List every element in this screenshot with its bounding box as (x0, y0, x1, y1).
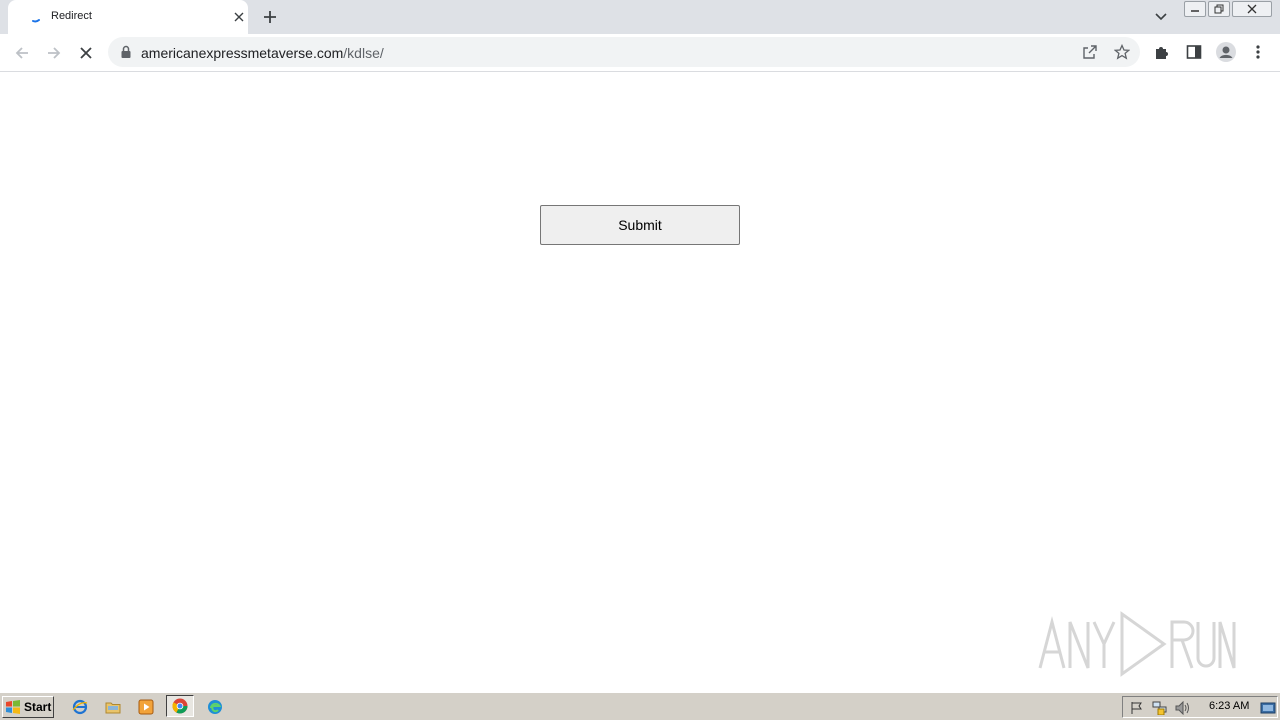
volume-tray-icon[interactable] (1175, 700, 1191, 716)
speaker-icon (1175, 701, 1189, 715)
browser-menu-button[interactable] (1248, 42, 1268, 62)
edge-icon (208, 700, 222, 714)
chrome-icon (172, 698, 188, 714)
new-tab-button[interactable] (260, 7, 280, 27)
explorer-launcher[interactable] (103, 697, 123, 717)
back-button[interactable] (11, 42, 33, 64)
extensions-button[interactable] (1152, 42, 1172, 62)
tab-strip: Redirect (0, 0, 1280, 34)
url-domain: americanexpressmetaverse.com (141, 45, 344, 61)
arrow-right-icon (48, 47, 61, 59)
close-icon (80, 47, 92, 59)
media-player-launcher[interactable] (136, 697, 156, 717)
network-tray-icon[interactable] (1152, 700, 1168, 716)
close-icon (1247, 4, 1257, 14)
media-player-icon (138, 699, 154, 715)
close-icon (234, 12, 244, 22)
arrow-left-icon (15, 47, 28, 59)
close-window-button[interactable] (1232, 1, 1272, 17)
url-text: americanexpressmetaverse.com/kdlse/ (141, 45, 384, 61)
puzzle-icon (1156, 47, 1168, 59)
avatar-icon (1216, 42, 1236, 62)
anyrun-watermark (1038, 611, 1236, 677)
profile-button[interactable] (1216, 42, 1236, 62)
clock: 6:23 AM (1209, 700, 1250, 712)
plus-icon (264, 11, 276, 23)
flag-icon (1131, 702, 1142, 714)
kebab-menu-icon (1256, 45, 1260, 59)
forward-button[interactable] (43, 42, 65, 64)
browser-toolbar: americanexpressmetaverse.com/kdlse/ (0, 34, 1280, 72)
lock-icon (121, 45, 131, 58)
page-content: Submit (0, 72, 1280, 692)
internet-explorer-launcher[interactable] (70, 697, 90, 717)
bookmark-button[interactable] (1113, 43, 1131, 61)
start-label: Start (24, 700, 52, 714)
internet-explorer-icon (72, 699, 88, 715)
side-panel-icon (1186, 45, 1202, 59)
share-icon (1083, 45, 1097, 59)
chrome-taskbar-button[interactable] (166, 695, 194, 717)
url-path: /kdlse/ (343, 45, 384, 61)
tab-search-button[interactable] (1151, 8, 1171, 26)
folder-icon (105, 702, 121, 714)
network-icon (1152, 701, 1167, 715)
tab-close-button[interactable] (230, 8, 248, 26)
taskbar: Start 6:23 AM (0, 692, 1280, 720)
stop-loading-button[interactable] (75, 42, 97, 64)
restore-icon (1214, 4, 1224, 14)
restore-button[interactable] (1208, 1, 1230, 17)
side-panel-button[interactable] (1184, 42, 1204, 62)
show-desktop-icon (1260, 702, 1276, 714)
windows-logo-icon (6, 700, 20, 714)
system-tray: 6:23 AM (1122, 696, 1278, 718)
edge-launcher[interactable] (205, 697, 225, 717)
address-bar[interactable]: americanexpressmetaverse.com/kdlse/ (108, 37, 1140, 67)
submit-button[interactable]: Submit (540, 205, 740, 245)
action-center-tray-icon[interactable] (1129, 700, 1145, 716)
share-button[interactable] (1081, 43, 1099, 61)
show-desktop-button[interactable] (1260, 700, 1276, 716)
chevron-down-icon (1155, 13, 1167, 21)
tab-redirect[interactable]: Redirect (8, 0, 248, 34)
minimize-button[interactable] (1184, 1, 1206, 17)
start-button[interactable]: Start (2, 696, 54, 718)
star-icon (1114, 44, 1130, 60)
loading-spinner-icon (32, 19, 40, 23)
tab-title: Redirect (51, 10, 92, 22)
minimize-icon (1191, 10, 1199, 12)
